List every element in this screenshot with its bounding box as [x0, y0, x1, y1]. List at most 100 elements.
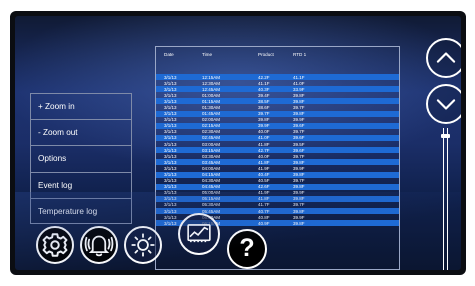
scroll-up-button[interactable] — [426, 38, 461, 78]
cell-rtd1: 39.8F — [293, 159, 305, 165]
cell-time: 02:00AM — [202, 117, 221, 123]
column-header-date: Date — [164, 52, 174, 57]
cell-product: 41.8F — [258, 196, 270, 202]
brightness-icon — [131, 233, 155, 257]
cell-date: 3/1/13 — [164, 141, 177, 147]
cell-time: 05:00AM — [202, 190, 221, 196]
cell-rtd1: 39.7F — [293, 178, 305, 184]
cell-time: 03:45AM — [202, 159, 221, 165]
cell-date: 3/1/13 — [164, 135, 177, 141]
alarm-button[interactable] — [80, 226, 118, 264]
cell-rtd1: 39.8F — [293, 208, 305, 214]
cell-product: 41.9F — [258, 190, 270, 196]
cell-product: 40.0F — [258, 153, 270, 159]
cell-date: 3/1/13 — [164, 98, 177, 104]
cell-time: 01:00AM — [202, 92, 221, 98]
table-header: Date Time Product RTD 1 — [156, 47, 399, 71]
cell-product: 42.2F — [258, 74, 270, 80]
cell-time: 02:15AM — [202, 123, 221, 129]
cell-product: 42.7F — [258, 147, 270, 153]
temperature-log-button[interactable]: Temperature log — [31, 199, 131, 225]
gear-icon — [42, 233, 68, 257]
cell-time: 05:30AM — [202, 202, 221, 208]
cell-date: 3/1/13 — [164, 92, 177, 98]
cell-product: 39.8F — [258, 117, 270, 123]
cell-date: 3/1/13 — [164, 184, 177, 190]
cell-product: 40.9F — [258, 220, 270, 226]
temperature-log-screen-button[interactable] — [178, 213, 220, 255]
cell-date: 3/1/13 — [164, 74, 177, 80]
cell-rtd1: 41.1F — [293, 74, 305, 80]
cell-rtd1: 39.6F — [293, 147, 305, 153]
cell-product: 41.8F — [258, 141, 270, 147]
cell-product: 38.6F — [258, 104, 270, 110]
cell-date: 3/1/13 — [164, 129, 177, 135]
cell-time: 04:15AM — [202, 172, 221, 177]
zoom-in-button[interactable]: + Zoom in — [31, 94, 131, 121]
cell-date: 3/1/13 — [164, 214, 177, 220]
column-header-rtd1: RTD 1 — [293, 52, 307, 57]
cell-time: 03:30AM — [202, 153, 221, 159]
cell-date: 3/1/13 — [164, 165, 177, 171]
cell-rtd1: 39.8F — [293, 184, 305, 190]
cell-date: 3/1/13 — [164, 178, 177, 184]
cell-product: 40.4F — [258, 172, 270, 177]
scrollbar-track[interactable] — [443, 128, 448, 270]
chevron-down-icon — [436, 99, 456, 110]
chevron-up-icon — [436, 52, 456, 63]
cell-product: 41.8F — [258, 159, 270, 165]
alarm-bell-icon — [84, 235, 114, 257]
scroll-down-button[interactable] — [426, 84, 461, 124]
cell-date: 3/1/13 — [164, 147, 177, 153]
column-header-time: Time — [202, 52, 213, 57]
cell-rtd1: 39.6F — [293, 123, 305, 129]
cell-product: 41.9F — [258, 165, 270, 171]
cell-date: 3/1/13 — [164, 220, 177, 226]
cell-date: 3/1/13 — [164, 208, 177, 214]
options-button[interactable]: Options — [31, 146, 131, 173]
help-button[interactable]: ? — [227, 229, 267, 269]
cell-time: 12:30AM — [202, 80, 221, 86]
cell-rtd1: 39.7F — [293, 129, 305, 135]
cell-rtd1: 41.0F — [293, 80, 305, 86]
temperature-log-icon — [187, 224, 211, 243]
cell-product: 42.6F — [258, 184, 270, 190]
brightness-button[interactable] — [124, 226, 162, 264]
cell-product: 39.7F — [258, 111, 270, 117]
cell-time: 02:45AM — [202, 135, 221, 141]
cell-date: 3/1/13 — [164, 80, 177, 86]
cell-rtd1: 39.7F — [293, 153, 305, 159]
cell-product: 40.3F — [258, 86, 270, 92]
cell-time: 02:30AM — [202, 129, 221, 135]
cell-product: 41.1F — [258, 80, 270, 86]
cell-time: 01:45AM — [202, 111, 221, 117]
table-body: 3/1/13 12:15AM 42.2F 41.1F 3/1/13 12:30AM 41.1… — [156, 74, 399, 227]
cell-rtd1: 39.9F — [293, 190, 305, 196]
cell-date: 3/1/13 — [164, 117, 177, 123]
cell-date: 3/1/13 — [164, 86, 177, 92]
cell-time: 12:15AM — [202, 74, 221, 80]
cell-rtd1: 39.8F — [293, 220, 305, 226]
cell-time: 01:15AM — [202, 98, 221, 104]
help-icon: ? — [239, 234, 255, 262]
cell-date: 3/1/13 — [164, 104, 177, 110]
cell-date: 3/1/13 — [164, 123, 177, 129]
cell-time: 03:15AM — [202, 147, 221, 153]
cell-rtd1: 39.9F — [293, 214, 305, 220]
cell-date: 3/1/13 — [164, 196, 177, 202]
cell-date: 3/1/13 — [164, 153, 177, 159]
cell-time: 12:45AM — [202, 86, 221, 92]
settings-button[interactable] — [36, 226, 74, 264]
cell-rtd1: 39.6F — [293, 135, 305, 141]
cell-rtd1: 39.8F — [293, 196, 305, 202]
zoom-out-button[interactable]: - Zoom out — [31, 120, 131, 147]
cell-date: 3/1/13 — [164, 202, 177, 208]
cell-time: 04:30AM — [202, 178, 221, 184]
cell-time: 05:15AM — [202, 196, 221, 202]
cell-date: 3/1/13 — [164, 159, 177, 165]
device-frame: Date Time Product RTD 1 3/1/13 12:15AM 42.… — [10, 11, 466, 275]
cell-product: 40.0F — [258, 129, 270, 135]
event-log-button[interactable]: Event log — [31, 173, 131, 199]
scrollbar-thumb[interactable] — [441, 134, 450, 138]
cell-product: 41.7F — [258, 202, 270, 208]
